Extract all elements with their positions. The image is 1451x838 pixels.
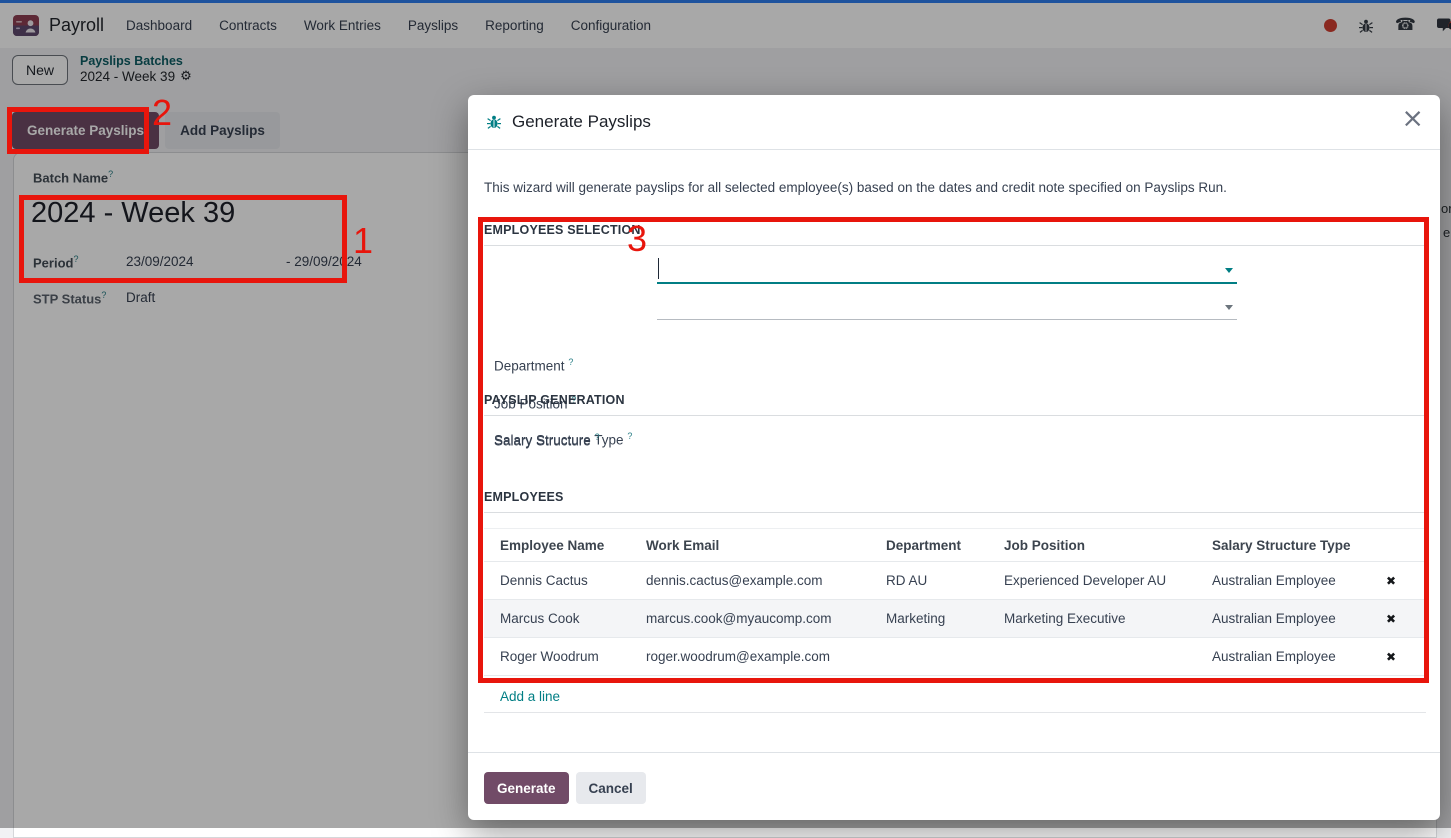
cell-job-position[interactable]: Marketing Executive — [1004, 611, 1212, 626]
cell-employee-name[interactable]: Roger Woodrum — [484, 649, 646, 664]
bug-icon — [486, 114, 502, 130]
column-header-job-position[interactable]: Job Position — [1004, 538, 1212, 553]
generate-payslips-dialog: Generate Payslips × This wizard will gen… — [468, 95, 1440, 820]
annotation-number-2: 2 — [152, 95, 172, 131]
cell-structure-type[interactable]: Australian Employee — [1212, 649, 1372, 664]
column-header-employee-name[interactable]: Employee Name — [484, 538, 646, 553]
department-label: Department ? — [494, 357, 573, 374]
cell-department[interactable]: Marketing — [886, 611, 1004, 626]
table-row[interactable]: Dennis Cactus dennis.cactus@example.com … — [484, 562, 1426, 600]
column-header-structure-type[interactable]: Salary Structure Type — [1212, 538, 1372, 553]
delete-row-icon[interactable]: ✖ — [1372, 650, 1410, 664]
divider — [484, 712, 1426, 713]
cell-employee-name[interactable]: Marcus Cook — [484, 611, 646, 626]
close-icon[interactable]: × — [1401, 103, 1424, 135]
cell-department[interactable]: RD AU — [886, 573, 1004, 588]
salary-structure-label: Salary Structure ? — [494, 432, 600, 449]
table-row[interactable]: Marcus Cook marcus.cook@myaucomp.com Mar… — [484, 600, 1426, 638]
section-payslip-generation: PAYSLIP GENERATION — [484, 393, 1426, 416]
help-marker: ? — [568, 357, 573, 367]
divider — [468, 752, 1440, 753]
cancel-button[interactable]: Cancel — [576, 772, 646, 804]
column-header-department[interactable]: Department — [886, 538, 1004, 553]
job-position-input[interactable] — [657, 319, 1237, 320]
delete-row-icon[interactable]: ✖ — [1372, 612, 1410, 626]
cell-work-email[interactable]: marcus.cook@myaucomp.com — [646, 611, 886, 626]
cell-structure-type[interactable]: Australian Employee — [1212, 611, 1372, 626]
column-header-work-email[interactable]: Work Email — [646, 538, 886, 553]
cell-structure-type[interactable]: Australian Employee — [1212, 573, 1372, 588]
table-row[interactable]: Roger Woodrum roger.woodrum@example.com … — [484, 638, 1426, 676]
help-marker: ? — [595, 432, 600, 442]
chevron-down-icon[interactable] — [1225, 268, 1233, 273]
cell-work-email[interactable]: dennis.cactus@example.com — [646, 573, 886, 588]
delete-row-icon[interactable]: ✖ — [1372, 574, 1410, 588]
wizard-description: This wizard will generate payslips for a… — [484, 180, 1420, 195]
employees-table: Employee Name Work Email Department Job … — [484, 528, 1426, 676]
help-marker: ? — [627, 431, 632, 441]
cell-job-position[interactable]: Experienced Developer AU — [1004, 573, 1212, 588]
table-header-row: Employee Name Work Email Department Job … — [484, 528, 1426, 562]
dialog-header: Generate Payslips × — [468, 95, 1440, 150]
department-input[interactable] — [657, 282, 1237, 284]
dialog-title: Generate Payslips — [512, 112, 651, 132]
text-cursor — [658, 258, 659, 279]
add-a-line-link[interactable]: Add a line — [500, 689, 560, 704]
dialog-footer: Generate Cancel — [484, 772, 646, 804]
chevron-down-icon[interactable] — [1225, 305, 1233, 310]
cell-employee-name[interactable]: Dennis Cactus — [484, 573, 646, 588]
section-employees: EMPLOYEES — [484, 490, 1426, 513]
cell-work-email[interactable]: roger.woodrum@example.com — [646, 649, 886, 664]
annotation-number-1: 1 — [353, 223, 373, 259]
annotation-number-3: 3 — [627, 221, 647, 257]
generate-button[interactable]: Generate — [484, 772, 569, 804]
section-employees-selection: EMPLOYEES SELECTION — [484, 223, 1426, 246]
